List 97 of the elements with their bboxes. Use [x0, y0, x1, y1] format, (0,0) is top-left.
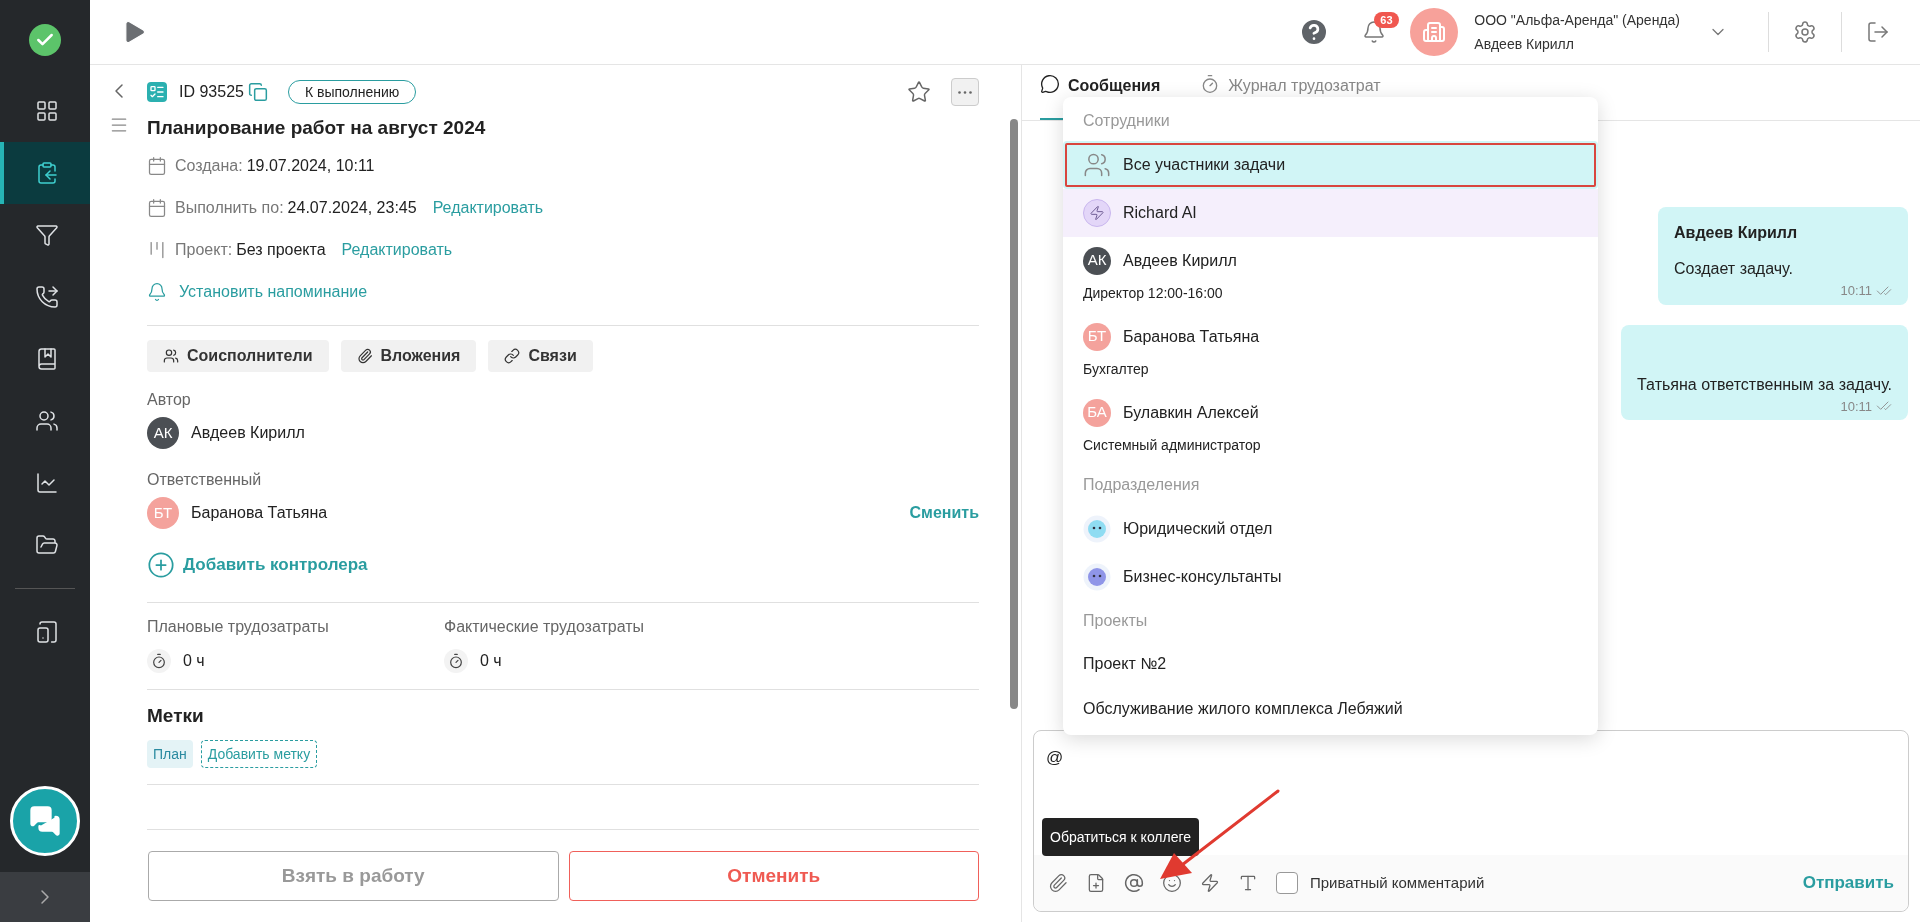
- checkbox-label: Приватный комментарий: [1310, 872, 1485, 893]
- action-button[interactable]: Соисполнители: [147, 340, 329, 372]
- paperclip-icon: [356, 348, 373, 364]
- users-icon: [35, 409, 59, 433]
- avatar: АК: [1083, 246, 1111, 275]
- tab[interactable]: Журнал трудозатрат: [1200, 65, 1381, 120]
- mention-subtitle: Директор 12:00-16:00: [1083, 283, 1224, 303]
- tablet-icon: [35, 620, 59, 644]
- field-label: Выполнить по:: [175, 198, 284, 218]
- tag[interactable]: План: [147, 740, 193, 768]
- mention-item[interactable]: БА Булавкин Алексей Системный администратор: [1063, 389, 1598, 465]
- labor-value: 0 ч: [183, 651, 205, 671]
- funnel-icon: [35, 223, 59, 247]
- star-icon[interactable]: [907, 80, 931, 104]
- action-button[interactable]: Связи: [488, 340, 593, 372]
- ai-avatar: [1083, 199, 1111, 227]
- scrollbar[interactable]: [1010, 119, 1018, 709]
- action-button[interactable]: Вложения: [340, 340, 477, 372]
- mention-name: Юридический отдел: [1123, 519, 1273, 539]
- mention-name: Авдеев Кирилл: [1123, 250, 1237, 271]
- paperclip-icon[interactable]: [1048, 873, 1068, 893]
- mention-item[interactable]: БТ Баранова Татьяна Бухгалтер: [1063, 313, 1598, 389]
- mention-name: Баранова Татьяна: [1123, 326, 1260, 347]
- avatar: АК: [147, 417, 179, 449]
- settings-icon[interactable]: [1793, 20, 1817, 44]
- person-name: Авдеев Кирилл: [191, 423, 305, 443]
- message-author: Авдеев Кирилл: [1674, 223, 1799, 243]
- role-label: Ответственный: [147, 470, 263, 490]
- field-label: Проект:: [175, 240, 233, 260]
- message-time: 10:11: [1840, 397, 1872, 416]
- mention-name: Все участники задачи: [1123, 155, 1286, 175]
- lightning-icon[interactable]: [1200, 873, 1220, 893]
- mention-item[interactable]: Бизнес-консультанты: [1063, 553, 1598, 601]
- task-id: ID 93525: [179, 82, 244, 102]
- tasks-icon: [35, 161, 59, 185]
- timer-icon: [444, 649, 468, 673]
- section-title: Проекты: [1082, 611, 1149, 631]
- timer-icon: [147, 649, 171, 673]
- field-value: Без проекта: [236, 240, 326, 260]
- message-text: Татьяна ответственным за задачу.: [1637, 374, 1892, 395]
- more-icon: [958, 90, 972, 94]
- avatar: БТ: [147, 497, 179, 529]
- section-title: Подразделения: [1082, 475, 1201, 495]
- sidebar-item[interactable]: [0, 142, 90, 204]
- book-icon: [35, 347, 59, 371]
- task-icon: [147, 82, 167, 102]
- user-name: Авдеев Кирилл: [1474, 35, 1575, 54]
- labor-label: Фактические трудозатраты: [444, 617, 646, 637]
- avatar: БА: [1083, 398, 1111, 427]
- mention-item[interactable]: Проект №2: [1063, 641, 1598, 686]
- mention-name: Бизнес-консультанты: [1123, 567, 1282, 587]
- chat-icon: [1040, 74, 1060, 94]
- tags-title: Метки: [147, 704, 205, 728]
- mention-subtitle: Системный администратор: [1083, 435, 1262, 455]
- users-icon: [163, 348, 179, 364]
- mention-name: Richard AI: [1123, 203, 1197, 223]
- calendar-icon: [147, 198, 167, 218]
- copy-icon[interactable]: [247, 82, 268, 102]
- logo-icon: [29, 24, 61, 56]
- mention-item[interactable]: Все участники задачи: [1063, 141, 1598, 189]
- file-plus-icon[interactable]: [1086, 873, 1106, 893]
- dashboard-icon: [35, 99, 59, 123]
- mention-item[interactable]: АК Авдеев Кирилл Директор 12:00-16:00: [1063, 237, 1598, 313]
- calendar-icon: [147, 156, 167, 176]
- labor-label: Плановые трудозатраты: [147, 617, 330, 637]
- add-icon[interactable]: [147, 551, 175, 579]
- mention-icon[interactable]: [1124, 873, 1144, 893]
- chat-icon: [29, 805, 61, 837]
- role-label: Автор: [147, 390, 192, 410]
- chart-icon: [35, 471, 59, 495]
- mention-item[interactable]: Юридический отдел: [1063, 505, 1598, 553]
- folder-icon: [35, 533, 59, 557]
- avatar: БТ: [1083, 322, 1111, 351]
- mention-item[interactable]: Richard AI: [1063, 189, 1598, 237]
- group-icon: [1083, 151, 1111, 179]
- company-name: ООО "Альфа-Аренда" (Аренда): [1474, 11, 1680, 30]
- bell-icon: [147, 282, 167, 302]
- mention-name: Булавкин Алексей: [1123, 402, 1259, 423]
- field-label: Создана:: [175, 156, 243, 176]
- field-value: 19.07.2024, 10:11: [246, 156, 375, 176]
- link-icon: [504, 348, 521, 364]
- message-time: 10:11: [1840, 282, 1872, 300]
- mention-item[interactable]: Обслуживание жилого комплекса Лебяжий: [1063, 686, 1598, 731]
- person-name: Баранова Татьяна: [191, 503, 328, 523]
- labor-value: 0 ч: [480, 651, 502, 671]
- mention-subtitle: Бухгалтер: [1083, 359, 1150, 379]
- message-input[interactable]: @: [1046, 743, 1896, 773]
- private-checkbox[interactable]: [1276, 872, 1298, 894]
- phone-icon: [35, 285, 59, 309]
- text-format-icon[interactable]: [1238, 873, 1258, 893]
- notification-badge: 63: [1374, 12, 1399, 28]
- field-value: 24.07.2024, 23:45: [287, 198, 417, 218]
- company-avatar: [1410, 8, 1459, 56]
- message-text: Создает задачу.: [1674, 259, 1794, 279]
- logout-icon[interactable]: [1866, 20, 1890, 44]
- tooltip: Обратиться к коллеге: [1042, 818, 1200, 856]
- task-title: Планирование работ на август 2024: [147, 115, 487, 140]
